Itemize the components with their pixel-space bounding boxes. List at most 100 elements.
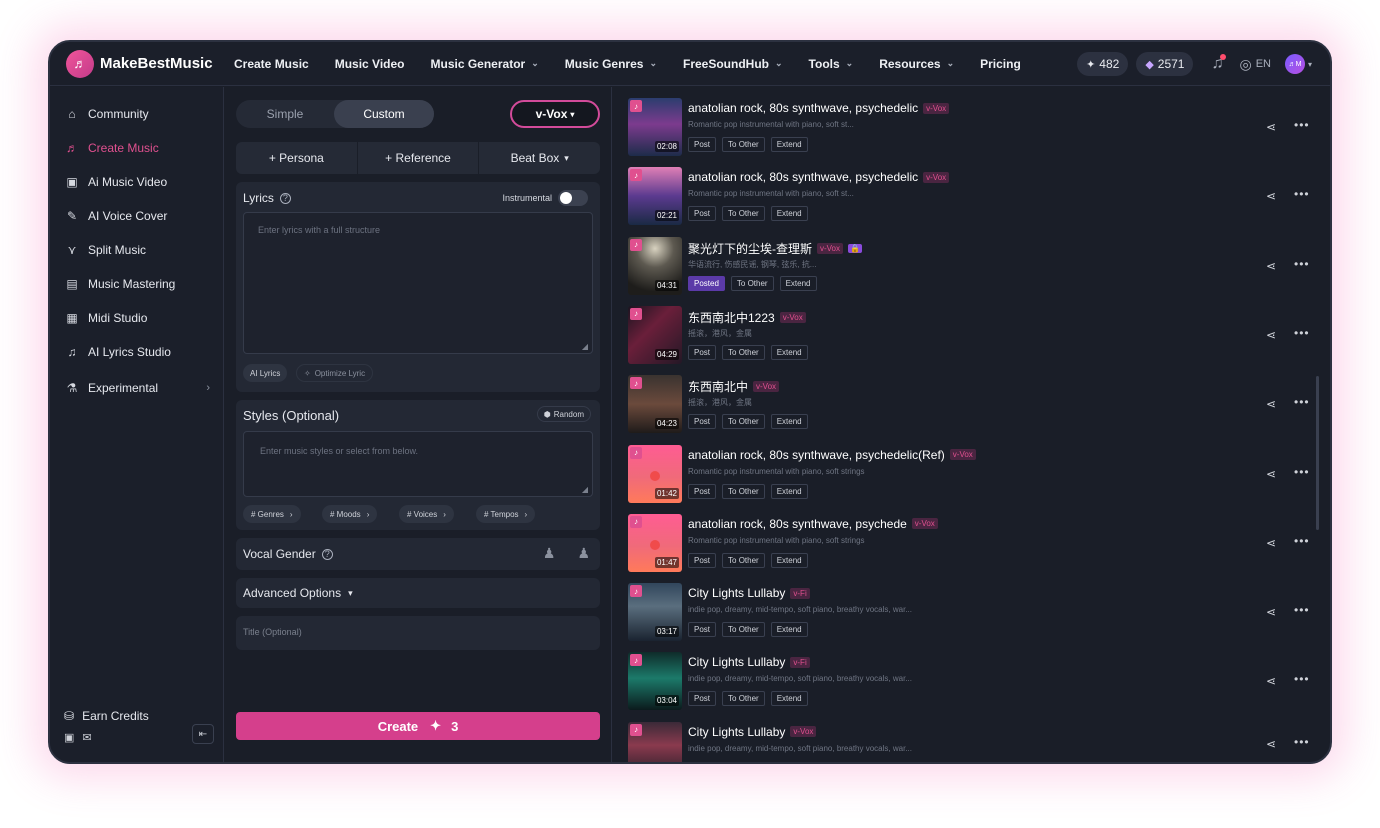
post-button[interactable]: Post <box>688 206 717 222</box>
song-row[interactable]: ♪ 03:17 City Lights Lullaby v-Fi indie pop, … <box>628 583 1318 643</box>
song-title[interactable]: City Lights Lullaby <box>688 725 785 739</box>
notification-bell-icon[interactable]: ♫ <box>1205 52 1229 76</box>
reference-button[interactable]: + Reference <box>358 142 480 174</box>
song-row[interactable]: ♪ 01:47 anatolian rock, 80s synthwave, psy… <box>628 513 1318 574</box>
post-button[interactable]: Posted <box>688 275 725 291</box>
mode-custom-tab[interactable]: Custom <box>334 100 434 128</box>
to-other-button[interactable]: To Other <box>722 414 765 430</box>
to-other-button[interactable]: To Other <box>722 137 765 152</box>
share-icon[interactable]: ⋖ <box>1266 536 1276 550</box>
song-row[interactable]: ♪ 04:31 聚光灯下的尘埃-查理斯 v-Vox 🔒 华语流行, 伤感民谣, 钢琴, 弦… <box>628 236 1318 297</box>
instrumental-toggle[interactable] <box>558 190 588 206</box>
more-options-icon[interactable]: ••• <box>1294 257 1310 271</box>
post-button[interactable]: Post <box>688 483 717 499</box>
song-cover[interactable]: ♪ 04:29 <box>628 305 682 364</box>
song-row[interactable]: ♪ 04:23 东西南北中 v-Vox 摇滚，港风，金属 Post To Other Exte… <box>628 375 1318 435</box>
song-row[interactable]: ♪ 02:08 anatolian rock, 80s synthwave, psy… <box>628 98 1318 158</box>
tag-moods[interactable]: # Moods › <box>322 505 378 523</box>
extend-button[interactable]: Extend <box>770 691 808 707</box>
song-cover[interactable]: ♪ 03:04 <box>628 652 682 711</box>
share-icon[interactable]: ⋖ <box>1266 674 1276 688</box>
more-options-icon[interactable]: ••• <box>1294 534 1310 548</box>
tag-voices[interactable]: # Voices › <box>399 505 454 523</box>
song-title[interactable]: City Lights Lullaby <box>688 586 785 600</box>
earn-credits-link[interactable]: ⛁ Earn Credits <box>64 709 214 723</box>
nav-item-music-generator[interactable]: Music Generator ⌄ <box>431 57 539 71</box>
share-icon[interactable]: ⋖ <box>1266 467 1276 481</box>
song-row[interactable]: ♪ 01:42 anatolian rock, 80s synthwave, psy… <box>628 444 1318 505</box>
sidebar-item-experimental[interactable]: ⚗ Experimental › <box>64 381 210 395</box>
brand-logo[interactable]: ♬ MakeBestMusic <box>66 49 234 78</box>
song-cover[interactable]: ♪ <box>628 721 682 762</box>
to-other-button[interactable]: To Other <box>722 622 765 638</box>
to-other-button[interactable]: To Other <box>722 691 765 707</box>
nav-item-resources[interactable]: Resources ⌄ <box>879 57 954 71</box>
sidebar-item-ai-lyrics-studio[interactable]: ♫ AI Lyrics Studio <box>64 345 210 359</box>
resize-grip-icon[interactable]: ◢ <box>582 342 588 351</box>
help-icon[interactable]: ? <box>321 548 333 560</box>
model-selector[interactable]: v-Vox ▾ <box>510 100 600 128</box>
sidebar-item-music-mastering[interactable]: ▤ Music Mastering <box>64 277 210 291</box>
extend-button[interactable]: Extend <box>770 344 808 360</box>
song-cover[interactable]: ♪ 03:17 <box>628 583 682 642</box>
more-options-icon[interactable]: ••• <box>1294 118 1310 132</box>
optimize-lyric-button[interactable]: ✧ Optimize Lyric <box>296 364 374 382</box>
nav-item-freesoundhub[interactable]: FreeSoundHub ⌄ <box>683 57 783 71</box>
gift-icon[interactable]: ▣ <box>64 731 74 744</box>
nav-item-pricing[interactable]: Pricing <box>980 57 1021 71</box>
more-options-icon[interactable]: ••• <box>1294 187 1310 201</box>
mode-simple-tab[interactable]: Simple <box>236 100 334 128</box>
more-options-icon[interactable]: ••• <box>1294 603 1310 617</box>
title-input[interactable]: Title (Optional) <box>236 616 600 650</box>
song-title[interactable]: anatolian rock, 80s synthwave, psychedel… <box>688 448 945 462</box>
sidebar-item-midi-studio[interactable]: ▦ Midi Studio <box>64 311 210 325</box>
mail-icon[interactable]: ✉ <box>82 731 91 744</box>
persona-button[interactable]: + Persona <box>236 142 358 174</box>
song-title[interactable]: City Lights Lullaby <box>688 655 785 669</box>
share-icon[interactable]: ⋖ <box>1266 328 1276 342</box>
male-voice-icon[interactable]: ♟ <box>543 545 556 562</box>
to-other-button[interactable]: To Other <box>722 206 765 222</box>
extend-button[interactable]: Extend <box>770 414 808 430</box>
post-button[interactable]: Post <box>688 137 717 152</box>
extend-button[interactable]: Extend <box>770 622 808 638</box>
to-other-button[interactable]: To Other <box>730 275 774 291</box>
collapse-sidebar-button[interactable]: ⇤ <box>192 724 214 744</box>
song-row[interactable]: ♪ 03:04 City Lights Lullaby v-Fi indie pop, … <box>628 652 1318 712</box>
song-cover[interactable]: ♪ 01:42 <box>628 444 682 503</box>
sidebar-item-ai-voice-cover[interactable]: ✎ AI Voice Cover <box>64 209 210 223</box>
sidebar-item-create-music[interactable]: ♬ Create Music <box>64 141 210 155</box>
share-icon[interactable]: ⋖ <box>1266 737 1276 751</box>
tag-genres[interactable]: # Genres › <box>243 505 301 523</box>
song-title[interactable]: anatolian rock, 80s synthwave, psychedel… <box>688 170 918 184</box>
more-options-icon[interactable]: ••• <box>1294 465 1310 479</box>
share-icon[interactable]: ⋖ <box>1266 397 1276 411</box>
more-options-icon[interactable]: ••• <box>1294 326 1310 340</box>
song-title[interactable]: 聚光灯下的尘埃-查理斯 <box>688 240 812 257</box>
song-row[interactable]: ♪ 02:21 anatolian rock, 80s synthwave, psy… <box>628 167 1318 227</box>
share-icon[interactable]: ⋖ <box>1266 189 1276 203</box>
user-menu[interactable]: ♬M ▾ <box>1284 54 1312 74</box>
ai-lyrics-button[interactable]: AI Lyrics <box>243 364 288 382</box>
random-button[interactable]: ⬢ Random <box>536 406 591 422</box>
tag-tempos[interactable]: # Tempos › <box>476 505 536 523</box>
nav-item-create-music[interactable]: Create Music <box>234 57 309 71</box>
song-title[interactable]: 东西南北中1223 <box>688 309 775 326</box>
song-cover[interactable]: ♪ 02:21 <box>628 167 682 226</box>
sidebar-item-split-music[interactable]: ⋎ Split Music <box>64 243 210 257</box>
post-button[interactable]: Post <box>688 622 717 638</box>
to-other-button[interactable]: To Other <box>722 344 765 360</box>
song-title[interactable]: anatolian rock, 80s synthwave, psychedе <box>688 517 907 531</box>
lyrics-input[interactable]: Enter lyrics with a full structure ◢ <box>243 212 593 354</box>
song-cover[interactable]: ♪ 04:23 <box>628 375 682 434</box>
sidebar-item-community[interactable]: ⌂ Community <box>64 107 210 121</box>
post-button[interactable]: Post <box>688 691 717 707</box>
more-options-icon[interactable]: ••• <box>1294 395 1310 409</box>
extend-button[interactable]: Extend <box>770 206 808 222</box>
nav-item-music-genres[interactable]: Music Genres ⌄ <box>565 57 657 71</box>
language-selector[interactable]: ◎ EN <box>1239 56 1271 73</box>
extend-button[interactable]: Extend <box>770 137 808 152</box>
song-row[interactable]: ♪ 04:29 东西南北中1223 v-Vox 摇滚，港风，金属 Post To Other… <box>628 305 1318 366</box>
share-icon[interactable]: ⋖ <box>1266 259 1276 273</box>
advanced-options-panel[interactable]: Advanced Options ▾ <box>236 578 600 608</box>
